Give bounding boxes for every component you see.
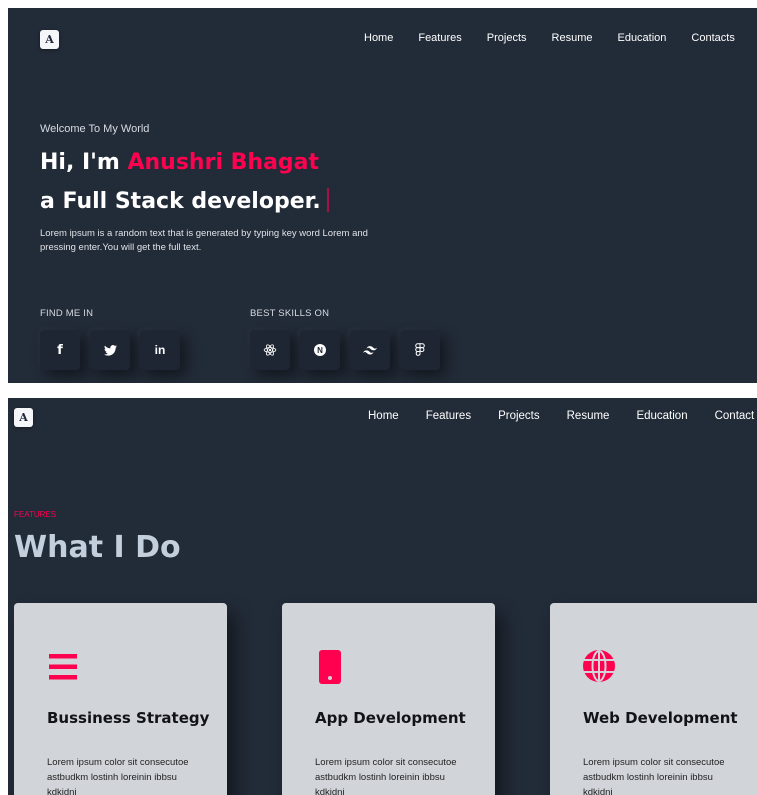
- linkedin-icon: in: [154, 343, 166, 357]
- figma-icon: [415, 343, 425, 356]
- feature-card[interactable]: App Development Lorem ipsum color sit co…: [282, 603, 495, 795]
- menu-icon: [49, 654, 77, 680]
- typing-cursor: [326, 188, 329, 212]
- linkedin-button[interactable]: in: [140, 330, 180, 370]
- nav-education[interactable]: Education: [617, 32, 666, 44]
- twitter-icon: [103, 344, 117, 356]
- logo[interactable]: A: [40, 30, 59, 49]
- facebook-icon: f: [57, 342, 63, 358]
- hero-name: Anushri Bhagat: [127, 150, 320, 175]
- skills-list: N: [250, 330, 450, 370]
- card-title: Bussiness Strategy: [47, 709, 210, 727]
- greeting-prefix: Hi, I'm: [40, 150, 128, 175]
- tailwind-icon: [363, 345, 377, 355]
- hero-role: a Full Stack developer.: [40, 188, 329, 214]
- globe-icon: [583, 650, 615, 682]
- nav-contacts[interactable]: Contacts: [691, 32, 734, 44]
- react-button[interactable]: [250, 330, 290, 370]
- skills-label: BEST SKILLS ON: [250, 308, 330, 319]
- figma-button[interactable]: [400, 330, 440, 370]
- nextjs-button[interactable]: N: [300, 330, 340, 370]
- social-links: f in: [40, 330, 190, 370]
- section-title: What I Do: [14, 530, 181, 565]
- nav-contacts[interactable]: Contact: [715, 410, 755, 422]
- card-text: Lorem ipsum color sit consecutoe astbudk…: [47, 757, 189, 795]
- nav-features[interactable]: Features: [426, 410, 471, 422]
- logo-letter: A: [45, 33, 54, 46]
- nav-projects[interactable]: Projects: [487, 32, 527, 44]
- feature-card[interactable]: Bussiness Strategy Lorem ipsum color sit…: [14, 603, 227, 795]
- section-eyebrow: FEATURES: [14, 510, 57, 519]
- tailwind-button[interactable]: [350, 330, 390, 370]
- card-text: Lorem ipsum color sit consecutoe astbudk…: [583, 757, 725, 795]
- find-me-label: FIND ME IN: [40, 308, 94, 319]
- nav-education[interactable]: Education: [636, 410, 687, 422]
- main-nav: Home Features Projects Resume Education …: [364, 32, 757, 44]
- features-section: A Home Features Projects Resume Educatio…: [8, 398, 757, 795]
- nav-projects[interactable]: Projects: [498, 410, 540, 422]
- twitter-button[interactable]: [90, 330, 130, 370]
- facebook-button[interactable]: f: [40, 330, 80, 370]
- card-title: Web Development: [583, 709, 738, 727]
- logo-letter: A: [19, 411, 28, 424]
- smartphone-icon: [319, 650, 341, 684]
- hero-description: Lorem ipsum is a random text that is gen…: [40, 228, 368, 253]
- card-title: App Development: [315, 709, 466, 727]
- card-text: Lorem ipsum color sit consecutoe astbudk…: [315, 757, 457, 795]
- hero-greeting: Hi, I'm Anushri Bhagat: [40, 150, 319, 175]
- react-icon: [263, 344, 277, 356]
- main-nav: Home Features Projects Resume Education …: [368, 410, 757, 422]
- welcome-text: Welcome To My World: [40, 123, 150, 135]
- logo[interactable]: A: [14, 408, 33, 427]
- nextjs-icon: N: [314, 344, 326, 356]
- nav-features[interactable]: Features: [418, 32, 461, 44]
- feature-card[interactable]: Web Development Lorem ipsum color sit co…: [550, 603, 757, 795]
- nav-home[interactable]: Home: [368, 410, 399, 422]
- role-text: a Full Stack developer.: [40, 189, 321, 214]
- nav-home[interactable]: Home: [364, 32, 393, 44]
- hero-section: A Home Features Projects Resume Educatio…: [8, 8, 757, 383]
- nav-resume[interactable]: Resume: [552, 32, 593, 44]
- nav-resume[interactable]: Resume: [567, 410, 610, 422]
